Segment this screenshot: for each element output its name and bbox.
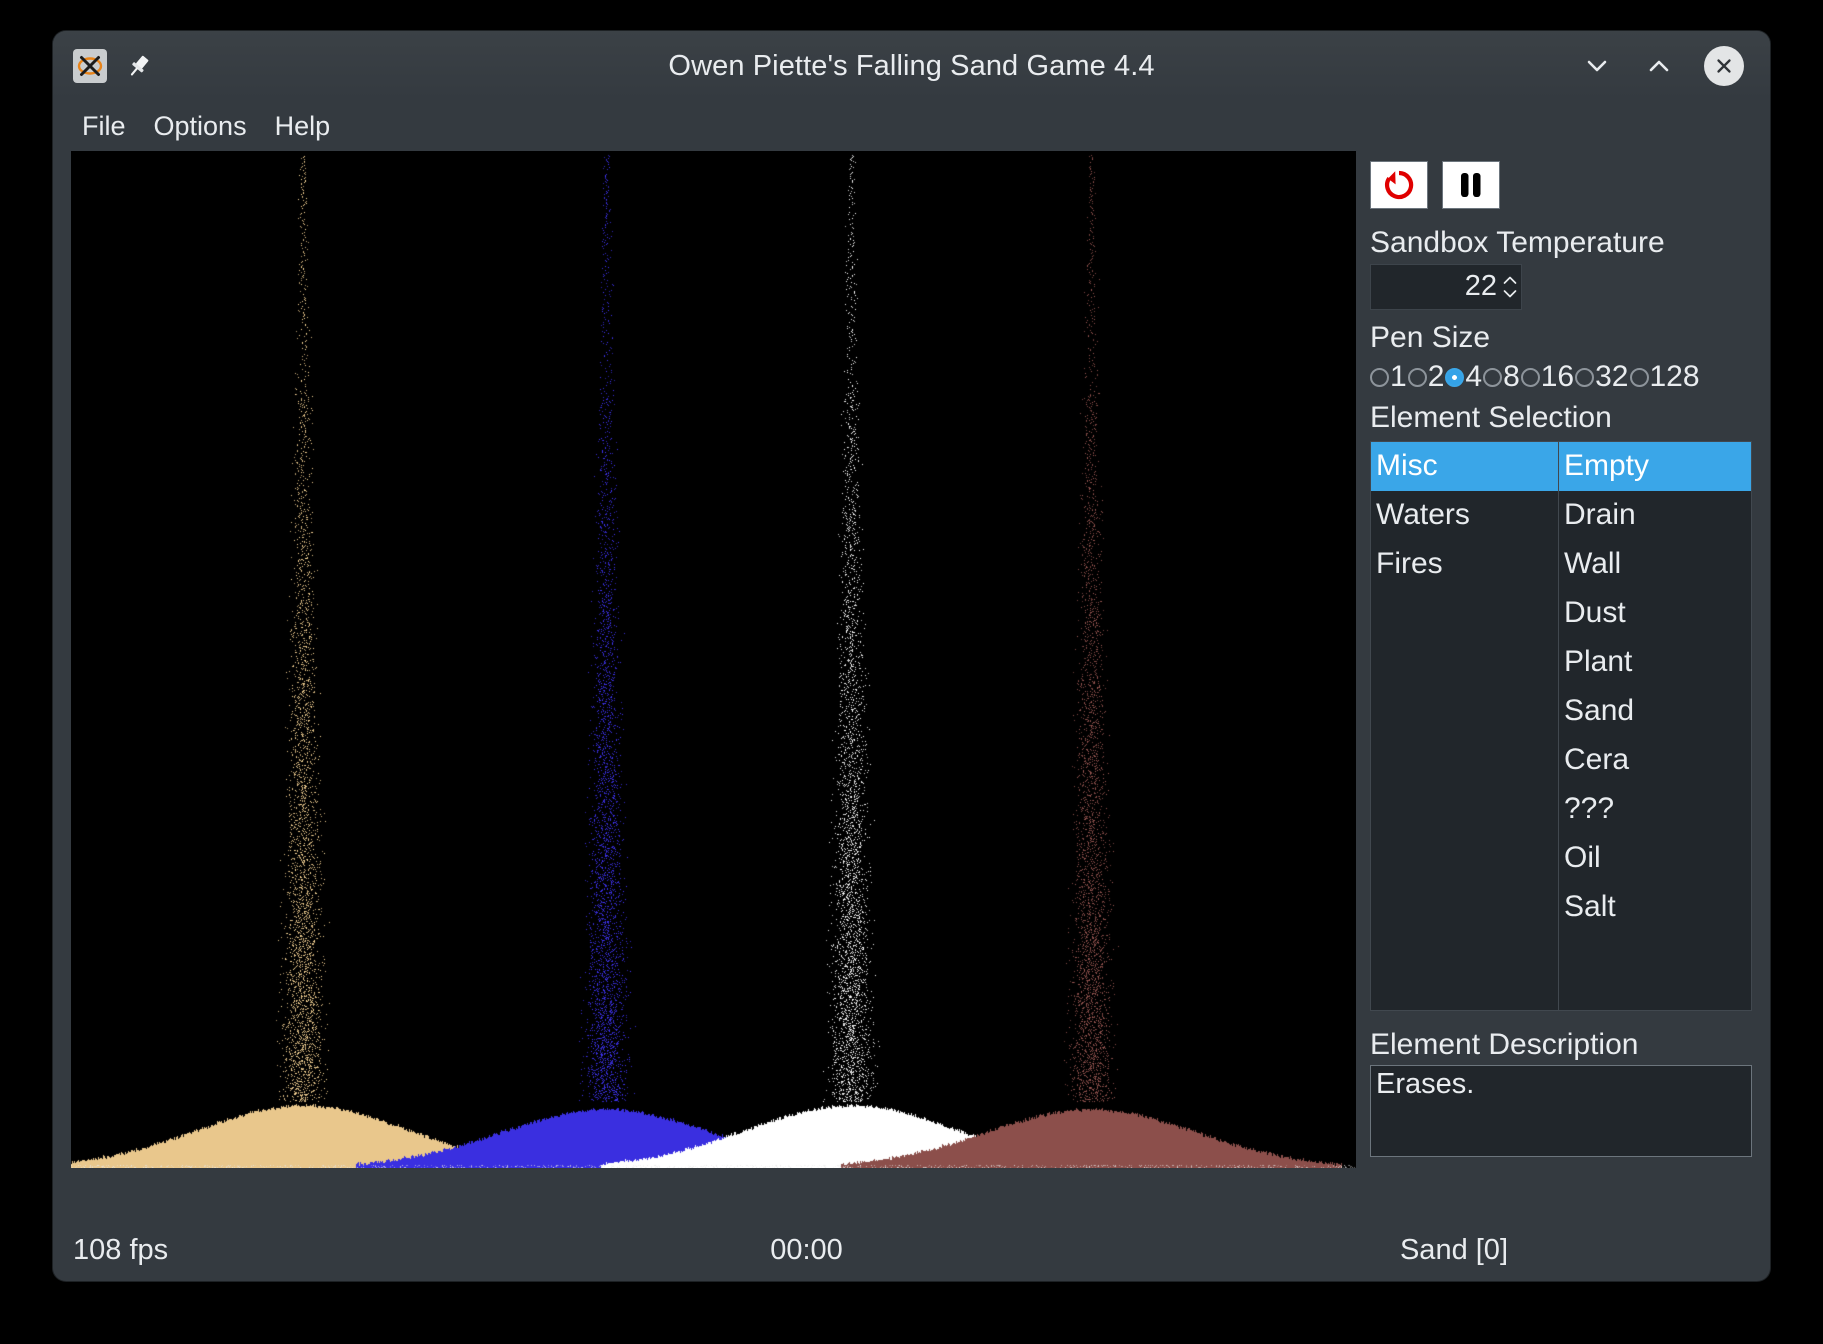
pen-size-option-16[interactable]: 16 — [1520, 360, 1575, 394]
radio-dot-8[interactable] — [1483, 367, 1503, 387]
desktop-background: Owen Piette's Falling Sand Game 4.4 File… — [0, 0, 1823, 1344]
category-row[interactable]: Misc — [1371, 441, 1558, 491]
element-row[interactable]: Empty — [1559, 441, 1751, 491]
reset-icon — [1385, 170, 1414, 200]
element-row[interactable]: ??? — [1559, 785, 1751, 834]
menu-item-file[interactable]: File — [73, 109, 135, 144]
pen-size-label-16: 16 — [1540, 360, 1575, 394]
control-panel: Sandbox Temperature 22 Pen Size 1 2 4 8 16 32… — [1370, 151, 1752, 1219]
status-bar: 108 fps 00:00 Sand [0] — [53, 1219, 1770, 1281]
window-body: Sandbox Temperature 22 Pen Size 1 2 4 8 16 32… — [53, 151, 1770, 1219]
sandbox-temperature-value[interactable]: 22 — [1371, 265, 1501, 309]
radio-dot-2[interactable] — [1407, 367, 1427, 387]
element-row[interactable]: Dust — [1559, 589, 1751, 638]
simulation-toolbar — [1370, 161, 1752, 209]
element-row[interactable]: Drain — [1559, 491, 1751, 540]
pen-size-option-128[interactable]: 128 — [1629, 360, 1701, 394]
radio-dot-4[interactable] — [1445, 367, 1465, 387]
pen-size-radio-group[interactable]: 1 2 4 8 16 32 128 — [1370, 360, 1752, 394]
element-row[interactable]: Salt — [1559, 883, 1751, 932]
window-controls — [1580, 46, 1770, 86]
element-description-label: Element Description — [1370, 1027, 1639, 1061]
pen-size-label-32: 32 — [1595, 360, 1629, 394]
element-selection-lists: Misc Waters Fires Empty Drain Wall Dust Plant S… — [1370, 440, 1752, 1011]
menu-bar: File Options Help — [53, 101, 1770, 151]
pen-size-option-4[interactable]: 4 — [1445, 360, 1483, 394]
menu-item-options[interactable]: Options — [145, 109, 256, 144]
pen-size-option-2[interactable]: 2 — [1407, 360, 1446, 394]
pen-size-label-1: 1 — [1390, 360, 1407, 394]
maximize-button[interactable] — [1642, 49, 1676, 83]
sandbox-temperature-spinner[interactable]: 22 — [1370, 263, 1522, 310]
pen-size-label-4: 4 — [1465, 360, 1483, 394]
x11-icon — [73, 49, 107, 83]
reset-button[interactable] — [1370, 161, 1428, 209]
application-window: Owen Piette's Falling Sand Game 4.4 File… — [53, 31, 1770, 1281]
current-element-label: Sand [0] — [1399, 1233, 1508, 1266]
radio-dot-32[interactable] — [1575, 367, 1595, 387]
category-row[interactable]: Fires — [1371, 540, 1558, 589]
element-selection-label: Element Selection — [1370, 401, 1612, 435]
pin-icon[interactable] — [125, 52, 153, 80]
pen-size-option-8[interactable]: 8 — [1483, 360, 1521, 394]
pen-size-label-128: 128 — [1649, 360, 1700, 394]
title-bar[interactable]: Owen Piette's Falling Sand Game 4.4 — [53, 31, 1770, 101]
elapsed-time: 00:00 — [770, 1233, 843, 1266]
simulation-canvas[interactable] — [71, 151, 1356, 1168]
element-row[interactable]: Wall — [1559, 540, 1751, 589]
pause-icon — [1461, 173, 1481, 197]
fps-counter: 108 fps — [73, 1233, 169, 1266]
simulation-area — [71, 151, 1356, 1219]
close-icon — [1717, 59, 1731, 73]
element-description-text: Erases. — [1370, 1065, 1752, 1158]
pen-size-label: Pen Size — [1370, 320, 1491, 354]
element-row[interactable]: Sand — [1559, 687, 1751, 736]
element-row[interactable]: Oil — [1559, 834, 1751, 883]
sandbox-temperature-label: Sandbox Temperature — [1370, 226, 1665, 259]
element-list[interactable]: Empty Drain Wall Dust Plant Sand Cera??? Oil Sal… — [1558, 440, 1752, 1011]
minimize-button[interactable] — [1580, 49, 1614, 83]
pen-size-option-1[interactable]: 1 — [1370, 360, 1408, 394]
chevron-up-icon — [1503, 276, 1516, 284]
title-bar-left — [53, 49, 153, 83]
chevron-down-icon — [1503, 289, 1516, 297]
radio-dot-128[interactable] — [1629, 367, 1649, 387]
window-title: Owen Piette's Falling Sand Game 4.4 — [668, 49, 1155, 82]
category-row[interactable]: Waters — [1371, 491, 1558, 540]
close-button[interactable] — [1704, 46, 1744, 86]
spinner-arrows[interactable] — [1501, 265, 1521, 309]
element-row[interactable]: Cera — [1559, 736, 1751, 785]
element-category-list[interactable]: Misc Waters Fires — [1370, 440, 1558, 1011]
pen-size-option-32[interactable]: 32 — [1575, 360, 1629, 394]
element-row[interactable]: Plant — [1559, 638, 1751, 687]
radio-dot-16[interactable] — [1520, 367, 1540, 387]
pen-size-label-8: 8 — [1503, 360, 1520, 394]
menu-item-help[interactable]: Help — [266, 109, 340, 144]
pen-size-label-2: 2 — [1427, 360, 1445, 394]
pause-button[interactable] — [1442, 161, 1500, 209]
radio-dot-1[interactable] — [1370, 367, 1389, 387]
particle-field — [71, 151, 1356, 1168]
